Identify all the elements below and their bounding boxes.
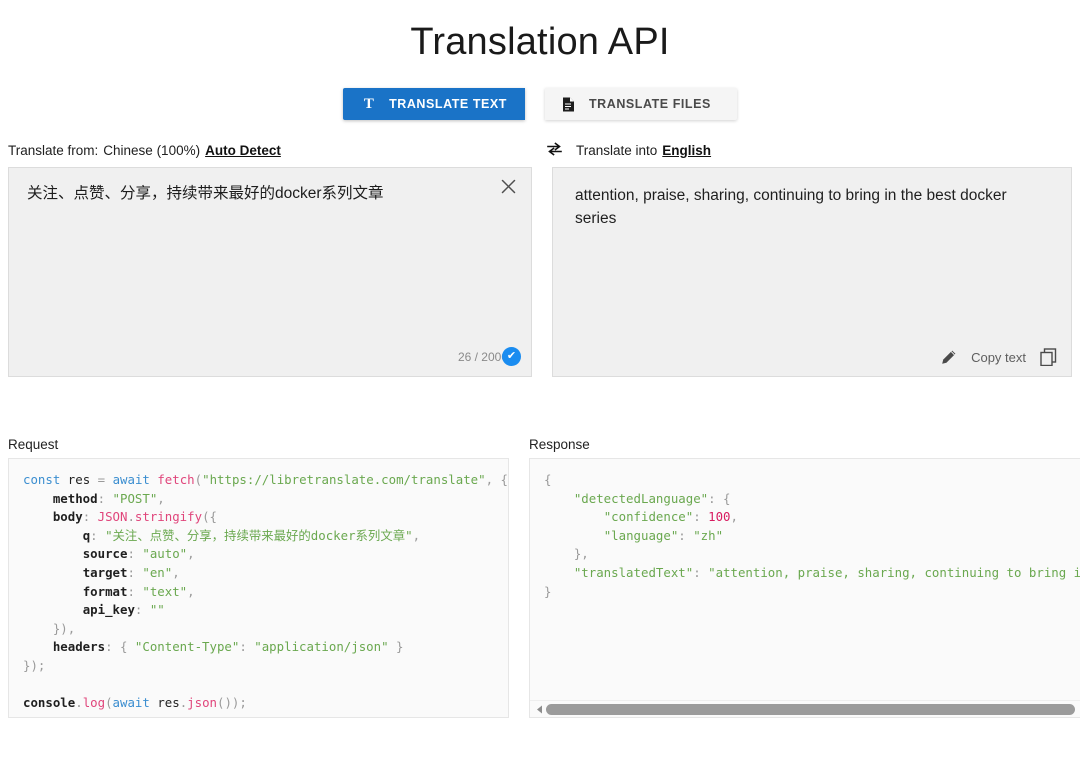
tab-translate-text[interactable]: T TRANSLATE TEXT (343, 88, 525, 120)
language-bar: Translate from: Chinese (100%) Auto Dete… (0, 140, 1080, 160)
page-title: Translation API (410, 21, 670, 63)
pencil-edit-icon[interactable] (940, 349, 957, 366)
request-code: const res = await fetch("https://libretr… (23, 472, 508, 711)
translated-text-output: attention, praise, sharing, continuing t… (575, 187, 1011, 227)
swap-arrows-icon (546, 141, 563, 159)
source-textarea[interactable]: 关注、点赞、分享，持续带来最好的docker系列文章 (9, 168, 531, 205)
request-label: Request (8, 437, 59, 452)
tab-translate-text-label: TRANSLATE TEXT (389, 97, 507, 111)
tab-separator (525, 88, 545, 120)
output-actions: Copy text (940, 348, 1057, 366)
text-T-icon: T (363, 95, 375, 112)
response-code: { "detectedLanguage": { "confidence": 10… (544, 472, 1080, 599)
translation-panels: 关注、点赞、分享，持续带来最好的docker系列文章 26 / 2000 ✔ a… (0, 167, 1080, 377)
scroll-left-arrow-icon[interactable] (532, 702, 546, 717)
response-horizontal-scrollbar[interactable] (530, 700, 1080, 717)
check-circle-icon: ✔ (502, 347, 521, 366)
auto-detect-link[interactable]: Auto Detect (205, 143, 281, 158)
code-sections: Request const res = await fetch("https:/… (0, 437, 1080, 718)
tab-translate-files-label: TRANSLATE FILES (588, 97, 711, 111)
detected-language-value: Chinese (100%) (103, 142, 201, 158)
source-language-selector[interactable]: Translate from: Chinese (100%) Auto Dete… (8, 143, 532, 158)
target-language-value[interactable]: English (662, 143, 711, 158)
file-document-icon (561, 96, 577, 112)
target-language-selector[interactable]: Translate into English (576, 143, 1072, 158)
translate-from-prefix: Translate from: (8, 142, 99, 158)
mode-tab-bar: T TRANSLATE TEXT TRANSLATE FILES (0, 88, 1080, 120)
swap-languages-button[interactable] (532, 141, 576, 159)
request-code-box[interactable]: const res = await fetch("https://libretr… (8, 458, 509, 718)
tab-translate-files[interactable]: TRANSLATE FILES (544, 88, 737, 120)
response-section: Response { "detectedLanguage": { "confid… (529, 437, 1080, 718)
response-label: Response (529, 437, 590, 452)
character-counter-row: 26 / 2000 ✔ (458, 347, 521, 366)
target-text-panel: attention, praise, sharing, continuing t… (552, 167, 1072, 377)
copy-pages-icon[interactable] (1040, 348, 1057, 366)
translation-api-page: Translation API T TRANSLATE TEXT TRANSLA… (0, 0, 1080, 770)
source-text-panel[interactable]: 关注、点赞、分享，持续带来最好的docker系列文章 26 / 2000 ✔ (8, 167, 532, 377)
response-code-box[interactable]: { "detectedLanguage": { "confidence": 10… (529, 458, 1080, 718)
translate-into-prefix: Translate into (576, 142, 658, 158)
clear-source-button[interactable] (497, 178, 519, 200)
request-section: Request const res = await fetch("https:/… (8, 437, 509, 718)
close-x-icon (501, 179, 516, 199)
scrollbar-track[interactable] (546, 703, 1080, 715)
character-counter: 26 / 2000 (457, 349, 508, 364)
copy-text-label[interactable]: Copy text (971, 350, 1026, 365)
scrollbar-thumb[interactable] (546, 703, 1076, 715)
